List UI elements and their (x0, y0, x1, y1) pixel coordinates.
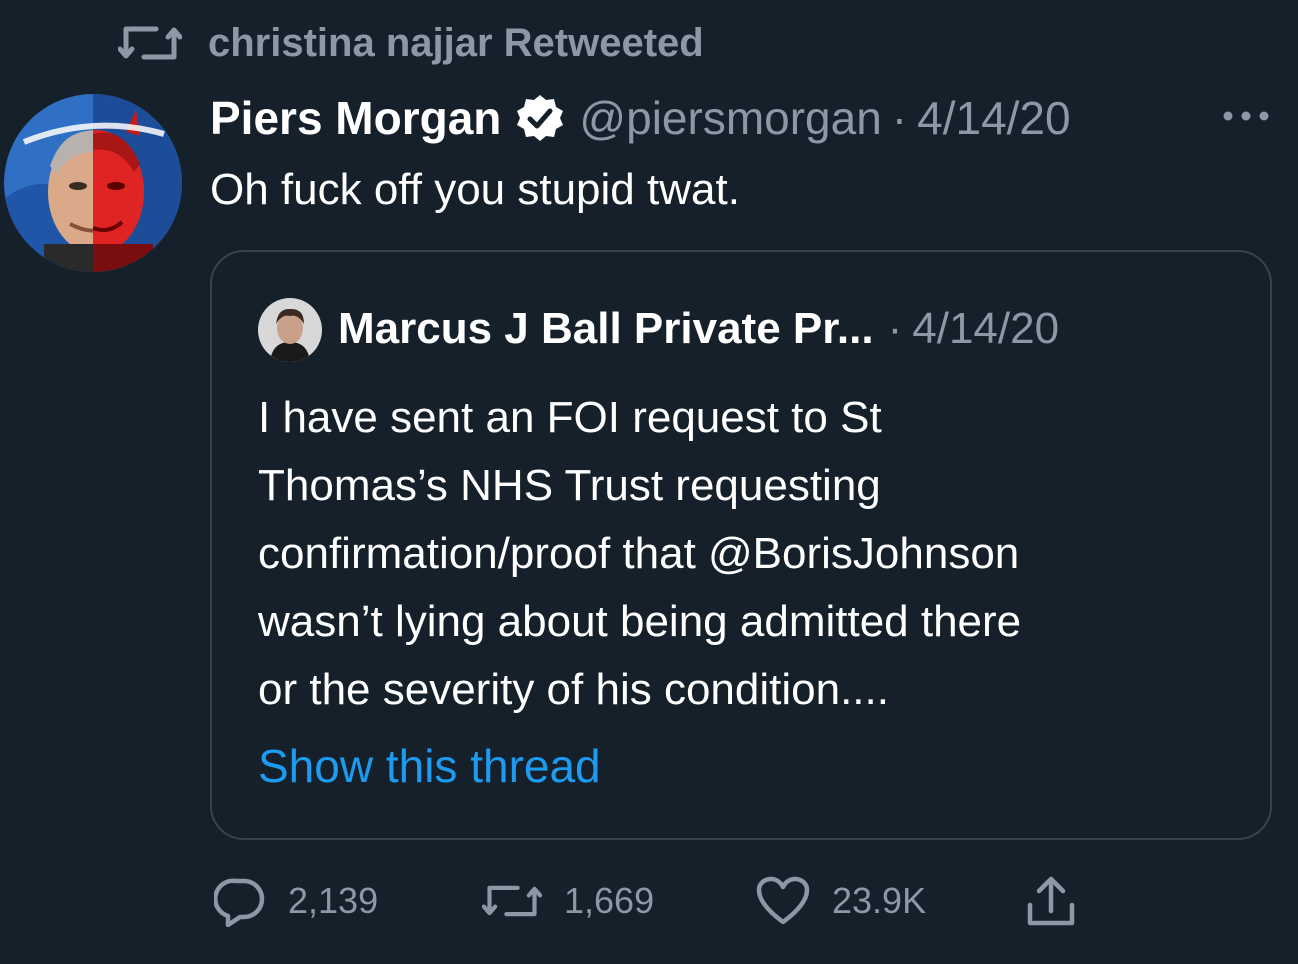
tweet-header: Piers Morgan @piersmorgan · 4/14/20 (210, 86, 1071, 150)
retweeted-by-banner: christina najjar Retweeted (118, 18, 704, 68)
retweet-icon (482, 885, 542, 917)
quote-avatar-image (258, 298, 322, 362)
tweet-actions-bar: 2,139 1,669 23.9K (210, 866, 1210, 936)
quote-header: Marcus J Ball Private Pr... · 4/14/20 (338, 296, 1059, 362)
share-icon (1027, 876, 1075, 926)
retweet-count: 1,669 (564, 880, 655, 921)
retweet-icon (118, 26, 182, 60)
quote-author-avatar[interactable] (258, 298, 322, 362)
tweet-text: Oh fuck off you stupid twat. (210, 165, 740, 214)
quoted-tweet[interactable]: Marcus J Ball Private Pr... · 4/14/20 I … (210, 250, 1272, 840)
header-separator: · (891, 92, 908, 144)
reply-count: 2,139 (288, 880, 379, 921)
tweet-card[interactable]: christina najjar Retweeted Piers Morgan … (0, 0, 1298, 964)
retweeted-by-text[interactable]: christina najjar Retweeted (208, 21, 704, 66)
author-handle[interactable]: @piersmorgan (579, 91, 881, 145)
quote-text: I have sent an FOI request to St Thomas’… (258, 393, 1022, 714)
like-button[interactable]: 23.9K (756, 866, 926, 936)
author-avatar[interactable] (4, 94, 182, 272)
more-options-icon[interactable] (1222, 104, 1270, 128)
tweet-date[interactable]: 4/14/20 (917, 91, 1070, 145)
reply-icon (214, 878, 265, 927)
quote-separator: · (887, 304, 903, 353)
show-thread-link[interactable]: Show this thread (258, 732, 601, 800)
like-count: 23.9K (832, 880, 927, 921)
reply-button[interactable]: 2,139 (214, 866, 378, 936)
quote-date[interactable]: 4/14/20 (912, 304, 1059, 354)
avatar-image (4, 94, 182, 272)
verified-badge-icon (517, 95, 564, 141)
quote-author-name[interactable]: Marcus J Ball Private Pr... (338, 304, 874, 354)
retweet-button[interactable]: 1,669 (482, 866, 654, 936)
heart-icon (756, 876, 810, 925)
share-button[interactable] (1026, 866, 1098, 936)
author-name[interactable]: Piers Morgan (210, 91, 501, 145)
